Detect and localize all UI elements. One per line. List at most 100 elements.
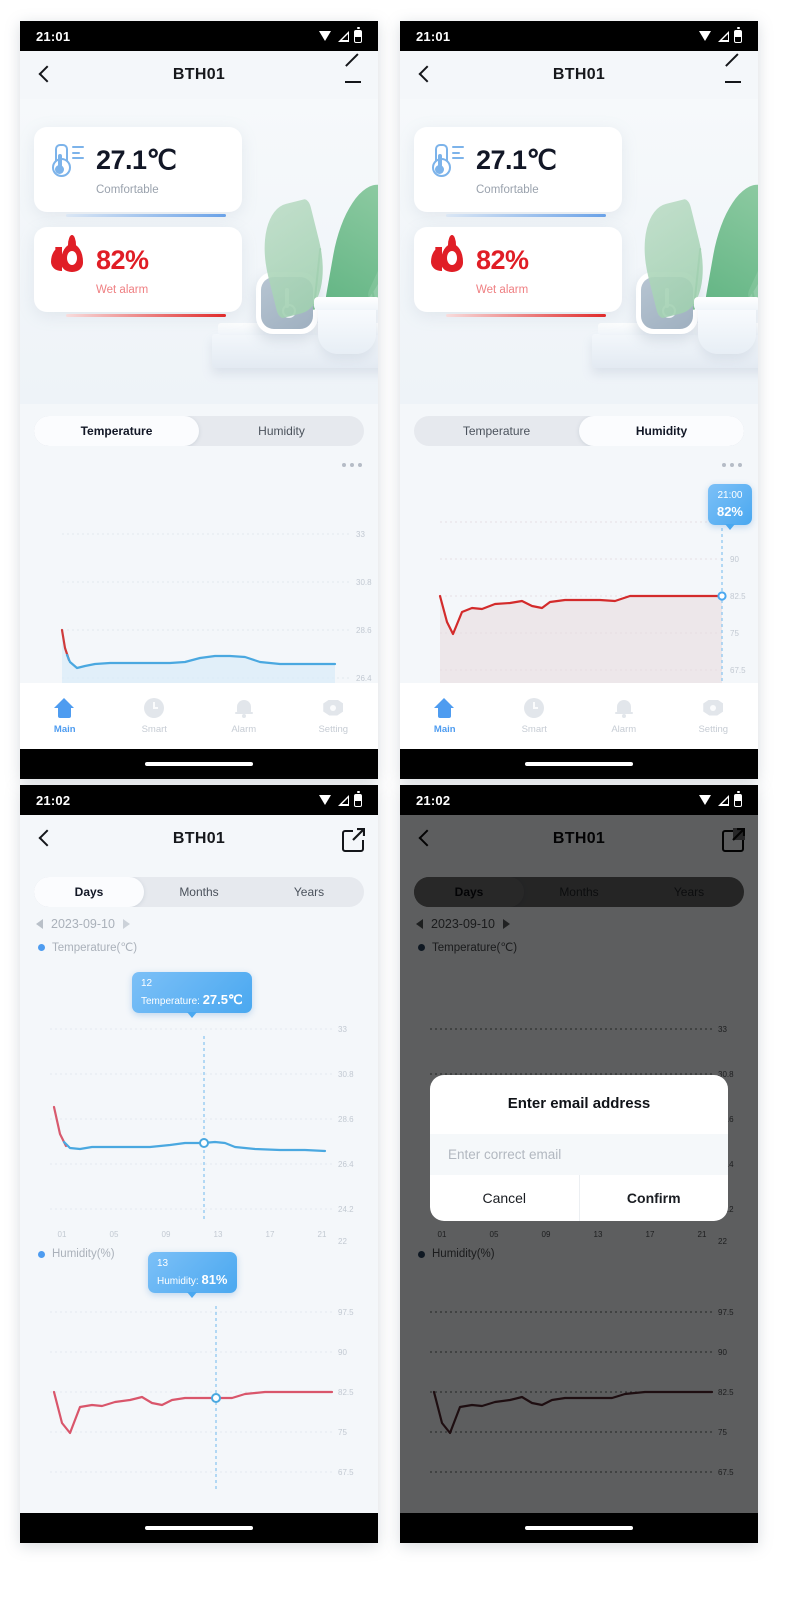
y-tick: 82.5 bbox=[338, 1388, 354, 1397]
clock-icon bbox=[144, 697, 165, 718]
temperature-line bbox=[62, 1140, 327, 1153]
humidity-card[interactable]: 82% Wet alarm bbox=[414, 227, 622, 317]
prev-date-button[interactable] bbox=[36, 919, 43, 929]
tab-temperature[interactable]: Temperature bbox=[34, 416, 199, 446]
back-button[interactable] bbox=[414, 64, 436, 86]
status-bar-time: 21:01 bbox=[36, 28, 71, 44]
nav-bar: BTH01 bbox=[20, 815, 378, 863]
temperature-card-row: 27.1℃ bbox=[430, 141, 606, 179]
main-temperature-chart[interactable]: 33 30.8 28.6 26.4 bbox=[20, 472, 378, 687]
clock-icon bbox=[524, 697, 545, 718]
humidity-card-row: 82% bbox=[50, 235, 226, 279]
plant-illustration bbox=[252, 124, 378, 354]
sidebar-item-smart[interactable]: Smart bbox=[490, 697, 580, 735]
nav-label-alarm: Alarm bbox=[611, 723, 637, 735]
back-button[interactable] bbox=[34, 64, 56, 86]
x-tick: 13 bbox=[214, 1230, 223, 1239]
gear-icon bbox=[323, 698, 343, 718]
temperature-card[interactable]: 27.1℃ Comfortable bbox=[414, 127, 622, 217]
sidebar-item-alarm[interactable]: Alarm bbox=[579, 698, 669, 735]
status-bar-time: 21:02 bbox=[416, 792, 451, 808]
bottom-nav-bar: Main Smart Alarm Setting bbox=[400, 683, 758, 749]
humidity-progress-bar bbox=[66, 314, 226, 317]
y-tick: 30.8 bbox=[356, 578, 372, 587]
nav-label-main: Main bbox=[433, 723, 456, 735]
history-humidity-chart[interactable]: 97.5 90 82.5 75 67.5 13 Humidity: 81% bbox=[20, 1252, 378, 1490]
y-tick: 33 bbox=[356, 530, 365, 539]
gear-icon bbox=[703, 698, 723, 718]
humidity-progress-bar bbox=[446, 314, 606, 317]
hero-illustration: 27.1℃ Comfortable 82% Wet alarm bbox=[400, 99, 758, 404]
tab-months[interactable]: Months bbox=[144, 877, 254, 907]
legend-dot-temperature bbox=[38, 943, 45, 951]
tooltip-value: 81% bbox=[201, 1271, 228, 1287]
hero-illustration: 27.1℃ Comfortable 82% Wet alarm bbox=[20, 99, 378, 404]
nav-right-actions bbox=[722, 64, 744, 86]
thermometer-scale-lines bbox=[452, 146, 464, 163]
y-tick: 67.5 bbox=[730, 666, 746, 675]
range-tab-group: Days Months Years bbox=[34, 877, 364, 907]
sidebar-item-setting[interactable]: Setting bbox=[289, 698, 379, 735]
pencil-edit-icon[interactable] bbox=[342, 64, 364, 86]
dialog-actions: Cancel Confirm bbox=[430, 1175, 728, 1221]
more-options-icon[interactable] bbox=[400, 446, 758, 472]
tab-humidity[interactable]: Humidity bbox=[199, 416, 364, 446]
nav-right-actions bbox=[342, 64, 364, 86]
y-tick: 30.8 bbox=[338, 1070, 354, 1079]
more-options-icon[interactable] bbox=[20, 446, 378, 472]
battery-icon bbox=[734, 791, 742, 807]
confirm-button[interactable]: Confirm bbox=[580, 1175, 729, 1221]
main-humidity-chart[interactable]: 97.5 90 82.5 75 67.5 21:00 82% bbox=[400, 472, 758, 687]
sidebar-item-smart[interactable]: Smart bbox=[110, 697, 200, 735]
status-bar: 21:02 bbox=[400, 785, 758, 815]
tab-days[interactable]: Days bbox=[34, 877, 144, 907]
humidity-line bbox=[52, 1390, 334, 1435]
temperature-status: Comfortable bbox=[96, 184, 159, 196]
thermometer-bulb bbox=[55, 165, 65, 175]
y-tick: 33 bbox=[338, 1025, 347, 1034]
back-button[interactable] bbox=[34, 828, 56, 850]
y-tick: 97.5 bbox=[338, 1308, 354, 1317]
legend-temperature: Temperature(℃) bbox=[20, 931, 378, 954]
date-selector: 2023-09-10 bbox=[20, 907, 378, 931]
screenshot-sheet: 21:01 BTH01 27.1℃ Comfortable 82% Wet al… bbox=[0, 0, 790, 1602]
nav-bar: BTH01 bbox=[20, 51, 378, 99]
tab-temperature[interactable]: Temperature bbox=[414, 416, 579, 446]
wifi-icon bbox=[699, 795, 712, 805]
legend-label-temperature: Temperature(℃) bbox=[52, 942, 138, 954]
status-bar-icons bbox=[699, 27, 742, 43]
tooltip-x: 12 bbox=[141, 978, 153, 989]
bottom-nav-bar: Main Smart Alarm Setting bbox=[20, 683, 378, 749]
history-temperature-chart[interactable]: 33 30.8 28.6 26.4 24.2 22 01 05 09 13 17… bbox=[20, 954, 378, 1244]
tooltip-label: Temperature: bbox=[141, 995, 200, 1007]
cancel-button[interactable]: Cancel bbox=[430, 1175, 579, 1221]
x-tick: 09 bbox=[162, 1230, 171, 1239]
sidebar-item-main[interactable]: Main bbox=[20, 697, 110, 735]
tooltip-row: Humidity: 81% bbox=[157, 1271, 228, 1289]
sidebar-item-setting[interactable]: Setting bbox=[669, 698, 759, 735]
battery-icon bbox=[354, 27, 362, 43]
data-point-marker bbox=[211, 1393, 221, 1403]
sidebar-item-main[interactable]: Main bbox=[400, 697, 490, 735]
next-date-button[interactable] bbox=[122, 919, 130, 929]
selected-date: 2023-09-10 bbox=[51, 917, 115, 931]
legend-dot-humidity bbox=[38, 1250, 45, 1258]
temperature-progress-bar bbox=[446, 214, 606, 217]
nav-label-setting: Setting bbox=[698, 723, 729, 735]
humidity-card[interactable]: 82% Wet alarm bbox=[34, 227, 242, 317]
email-field[interactable]: Enter correct email bbox=[430, 1134, 728, 1175]
y-tick: 75 bbox=[730, 629, 739, 638]
temperature-card[interactable]: 27.1℃ Comfortable bbox=[34, 127, 242, 217]
tab-humidity[interactable]: Humidity bbox=[579, 416, 744, 446]
signal-icon bbox=[717, 30, 729, 42]
sidebar-item-alarm[interactable]: Alarm bbox=[199, 698, 289, 735]
status-bar-icons bbox=[319, 791, 362, 807]
temperature-value: 27.1℃ bbox=[96, 144, 177, 175]
share-export-icon[interactable] bbox=[342, 828, 365, 852]
signal-icon bbox=[717, 794, 729, 806]
plant-pot bbox=[694, 297, 758, 354]
phone-screen-main-temperature: 21:01 BTH01 27.1℃ Comfortable 82% Wet al… bbox=[20, 21, 378, 779]
tab-years[interactable]: Years bbox=[254, 877, 364, 907]
pencil-edit-icon[interactable] bbox=[722, 64, 744, 86]
wifi-icon bbox=[699, 31, 712, 41]
